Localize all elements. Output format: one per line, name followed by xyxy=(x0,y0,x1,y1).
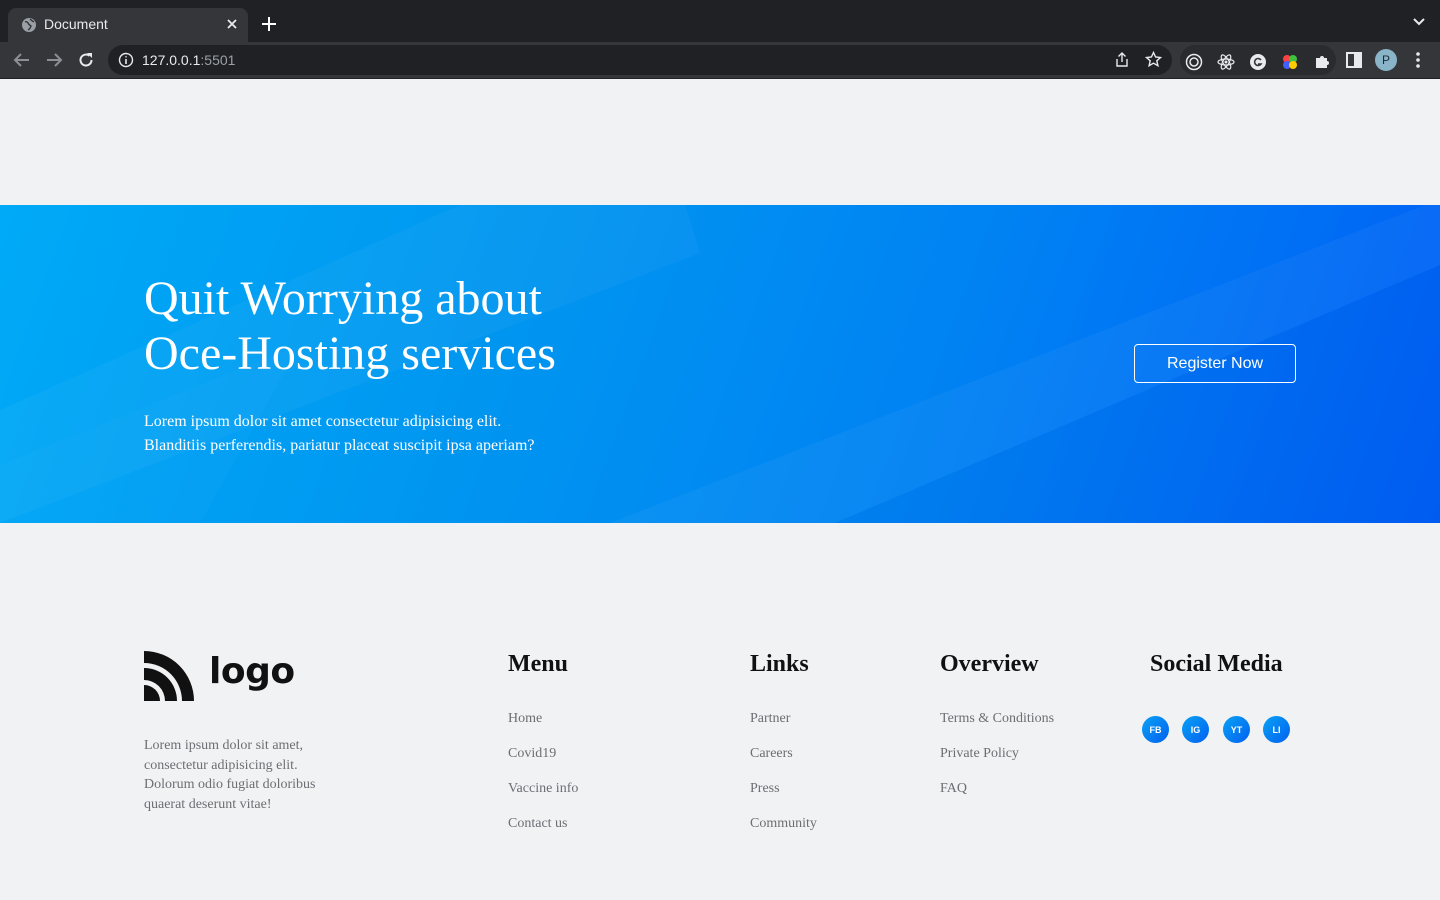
grammar-extension-icon[interactable] xyxy=(1249,53,1267,71)
forward-arrow-icon[interactable] xyxy=(45,51,63,69)
hero-title-line-1: Quit Worrying about xyxy=(144,272,542,325)
footer-overview-list: Terms & Conditions Private Policy FAQ xyxy=(940,711,1140,816)
footer-link-partner[interactable]: Partner xyxy=(750,711,950,746)
footer-link-text[interactable]: Home xyxy=(508,711,542,726)
register-now-button[interactable]: Register Now xyxy=(1134,344,1296,383)
footer-link-text[interactable]: Private Policy xyxy=(940,746,1019,761)
share-icon[interactable] xyxy=(1114,52,1130,68)
browser-tab[interactable]: Document xyxy=(8,8,248,42)
footer-overview-heading: Overview xyxy=(940,651,1039,677)
close-icon[interactable] xyxy=(224,16,240,32)
footer-social-column: Social Media xyxy=(1150,649,1283,679)
footer-link-terms[interactable]: Terms & Conditions xyxy=(940,711,1140,746)
more-menu-icon[interactable] xyxy=(1408,50,1428,70)
hero-description-line-1: Lorem ipsum dolor sit amet consectetur a… xyxy=(144,413,502,430)
puzzle-piece-icon[interactable] xyxy=(1313,53,1331,71)
footer-link-text[interactable]: Partner xyxy=(750,711,790,726)
footer-link-community[interactable]: Community xyxy=(750,816,950,851)
hero-banner: Quit Worrying about Oce-Hosting services… xyxy=(0,205,1440,523)
footer-overview-column: Overview Terms & Conditions Private Poli… xyxy=(940,649,1054,796)
globe-icon xyxy=(22,18,36,32)
footer-link-text[interactable]: Careers xyxy=(750,746,793,761)
reload-icon[interactable] xyxy=(77,51,95,69)
profile-avatar[interactable]: P xyxy=(1375,49,1397,71)
side-panel-icon[interactable] xyxy=(1344,50,1364,70)
hero-title-line-2: Oce-Hosting services xyxy=(144,327,556,380)
footer-link-text[interactable]: Covid19 xyxy=(508,746,556,761)
footer-links-list: Partner Careers Press Community xyxy=(750,711,950,851)
address-bar[interactable]: 127.0.0.1:5501 xyxy=(108,45,1172,75)
tab-title: Document xyxy=(44,16,108,32)
footer-link-private-policy[interactable]: Private Policy xyxy=(940,746,1140,781)
facebook-icon[interactable]: FB xyxy=(1142,716,1169,743)
logo-text: logo xyxy=(209,651,295,692)
footer-link-press[interactable]: Press xyxy=(750,781,950,816)
social-media-buttons: FB IG YT LI xyxy=(1142,716,1302,744)
info-icon[interactable] xyxy=(118,52,134,68)
new-tab-icon[interactable] xyxy=(260,15,278,33)
footer-link-text[interactable]: Terms & Conditions xyxy=(940,711,1054,726)
footer-link-text[interactable]: Press xyxy=(750,781,780,796)
browser-toolbar: 127.0.0.1:5501 P xyxy=(0,42,1440,79)
hero-description: Lorem ipsum dolor sit amet consectetur a… xyxy=(144,410,664,458)
footer-link-text[interactable]: Vaccine info xyxy=(508,781,578,796)
footer-logo[interactable]: logo xyxy=(144,651,295,703)
footer-link-home[interactable]: Home xyxy=(508,711,708,746)
footer-menu-heading: Menu xyxy=(508,651,568,677)
footer-link-covid19[interactable]: Covid19 xyxy=(508,746,708,781)
footer-link-contact-us[interactable]: Contact us xyxy=(508,816,708,851)
footer-menu-column: Menu Home Covid19 Vaccine info Contact u… xyxy=(508,649,578,831)
chevron-down-icon[interactable] xyxy=(1412,17,1426,27)
back-arrow-icon[interactable] xyxy=(13,51,31,69)
footer-menu-list: Home Covid19 Vaccine info Contact us xyxy=(508,711,708,851)
bookmark-star-icon[interactable] xyxy=(1145,51,1162,68)
footer-links-heading: Links xyxy=(750,651,809,677)
footer-link-text[interactable]: FAQ xyxy=(940,781,967,796)
youtube-icon[interactable]: YT xyxy=(1223,716,1250,743)
target-extension-icon[interactable] xyxy=(1185,53,1203,71)
logo-mark-icon xyxy=(144,651,194,701)
footer-social-heading: Social Media xyxy=(1150,651,1283,677)
hero-title: Quit Worrying about Oce-Hosting services xyxy=(144,271,704,381)
footer-link-careers[interactable]: Careers xyxy=(750,746,950,781)
footer-link-faq[interactable]: FAQ xyxy=(940,781,1140,816)
url-text: 127.0.0.1:5501 xyxy=(142,52,236,68)
react-devtools-icon[interactable] xyxy=(1217,53,1235,71)
extensions-group xyxy=(1180,45,1336,75)
color-picker-icon[interactable] xyxy=(1281,53,1299,71)
hero-description-line-2: Blanditiis perferendis, pariatur placeat… xyxy=(144,437,535,454)
footer-link-text[interactable]: Contact us xyxy=(508,816,568,831)
footer-link-text[interactable]: Community xyxy=(750,816,817,831)
instagram-icon[interactable]: IG xyxy=(1182,716,1209,743)
footer-about-text: Lorem ipsum dolor sit amet, consectetur … xyxy=(144,738,316,812)
footer-link-vaccine-info[interactable]: Vaccine info xyxy=(508,781,708,816)
linkedin-icon[interactable]: LI xyxy=(1263,716,1290,743)
site-footer: logo Lorem ipsum dolor sit amet, consect… xyxy=(0,523,1440,900)
browser-tab-strip: Document xyxy=(0,0,1440,42)
footer-links-column: Links Partner Careers Press Community xyxy=(750,649,817,831)
